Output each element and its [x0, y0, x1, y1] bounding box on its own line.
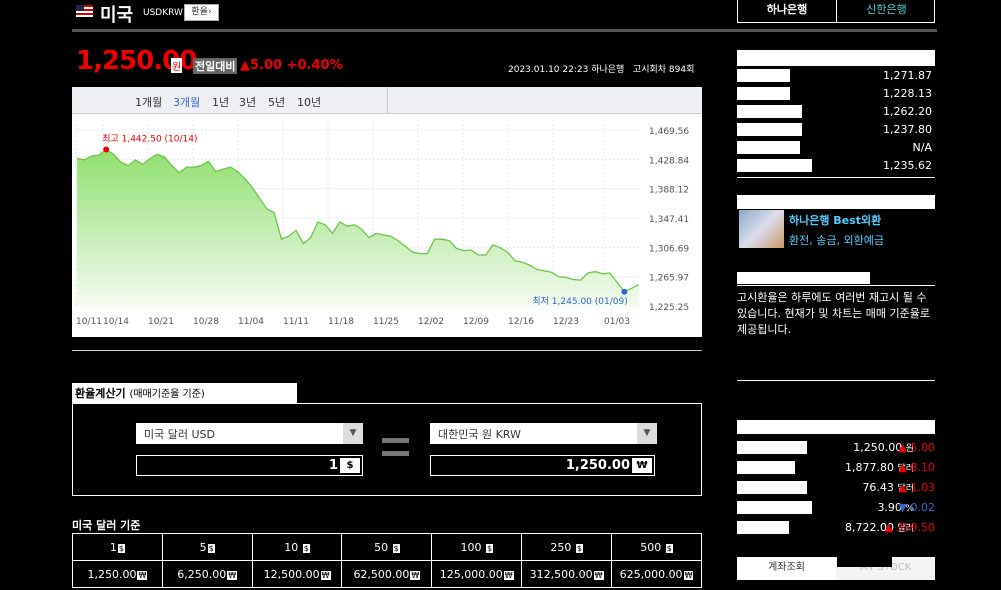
- to-amount-input[interactable]: 1,250.00 ₩: [430, 455, 655, 476]
- hana-best-banner[interactable]: 하나은행 Best외환 환전, 송금, 외환예금: [737, 208, 935, 250]
- y-tick-label: 1,347.41: [649, 215, 689, 225]
- divider: [737, 285, 935, 286]
- tab-hana-bank[interactable]: 하나은행: [738, 0, 837, 22]
- notice-text: 고시환율은 하루에도 여러번 재고시 될 수 있습니다. 현재가 및 차트는 매…: [737, 291, 931, 336]
- banner-title: 하나은행 Best외환: [789, 214, 882, 227]
- equals-icon: [382, 438, 409, 456]
- tab-1m[interactable]: 1개월: [135, 94, 162, 110]
- tab-10y[interactable]: 10년: [297, 94, 321, 110]
- rate-row: 1,271.87: [737, 67, 935, 85]
- currency-code: USDKRW: [143, 8, 183, 18]
- banner-header-redacted: [737, 195, 935, 209]
- high-point: [103, 146, 110, 153]
- market-row: 8,722.00 달러 ▲ 359.50: [737, 518, 935, 538]
- rate-row: 1,228.13: [737, 85, 935, 103]
- country-name: 미국: [100, 5, 134, 26]
- header-divider: [72, 29, 937, 32]
- exchange-button[interactable]: 환율›: [184, 4, 219, 21]
- market-row: 76.43 달러 ▲ 1.03: [737, 478, 935, 498]
- rate-row: 1,235.62: [737, 157, 935, 175]
- x-tick-label: 12/02: [418, 317, 444, 327]
- x-tick-label: 11/11: [283, 317, 309, 327]
- chart-plot: 1,469.56 1,428.84 1,388.12 1,347.41 1,306.69…: [75, 120, 689, 327]
- tab-shinhan-bank[interactable]: 신한은행: [837, 0, 936, 22]
- x-tick-label: 10/28: [193, 317, 219, 327]
- high-label: 최고 1,442.50 (10/14): [102, 133, 197, 144]
- x-tick-label: 12/09: [463, 317, 489, 327]
- rate-header-redacted: [737, 50, 935, 66]
- conversion-table: 1 $ 5 $ 10 $ 50 $ 100 $ 250 $ 500 $ 1,250.…: [72, 533, 702, 588]
- x-tick-label: 12/16: [508, 317, 534, 327]
- exchange-chart: 1개월 3개월 1년 3년 5년 10년 1,469.56 1,428.84 1,3…: [72, 87, 702, 337]
- tab-1y[interactable]: 1년: [212, 94, 229, 110]
- price-unit: 원: [171, 58, 183, 73]
- from-amount-input[interactable]: 1 $: [136, 455, 363, 476]
- us-flag-icon: [76, 5, 93, 17]
- y-tick-label: 1,428.84: [649, 156, 689, 166]
- table-header-row: 1 $ 5 $ 10 $ 50 $ 100 $ 250 $ 500 $: [72, 533, 702, 561]
- tab-3m[interactable]: 3개월: [173, 94, 200, 110]
- y-tick-label: 1,265.97: [649, 274, 689, 284]
- price-change: ▲5.00 +0.40%: [240, 58, 343, 73]
- market-row: 1,877.80 달러 ▲ 8.10: [737, 458, 935, 478]
- x-tick-label: 10/21: [148, 317, 174, 327]
- bank-tabs: 하나은행 신한은행: [737, 0, 935, 23]
- note-header-redacted: [737, 272, 870, 284]
- low-label: 최저 1,245.00 (01/09): [532, 296, 627, 307]
- tab-5y[interactable]: 5년: [268, 94, 285, 110]
- table-row: 1,250.00 ₩ 6,250.00 ₩ 12,500.00 ₩ 62,500.00…: [72, 560, 702, 588]
- x-tick-label: 12/23: [553, 317, 579, 327]
- to-currency-select[interactable]: 대한민국 원 KRW ▼: [430, 423, 657, 444]
- rate-row: 1,262.20: [737, 103, 935, 121]
- banner-subtitle: 환전, 송금, 외환예금: [789, 234, 884, 247]
- x-tick-label: 10/11: [76, 317, 102, 327]
- price-meta: 2023.01.10 22:23 하나은행 고시회차 894회: [508, 65, 695, 75]
- table-title: 미국 달러 기준: [72, 519, 141, 532]
- tab-account-inquiry[interactable]: 계좌조회: [737, 557, 836, 580]
- market-header-redacted: [737, 420, 935, 434]
- section-divider: [72, 350, 702, 351]
- chevron-down-icon: ▼: [637, 423, 657, 444]
- calculator-title: 환율계산기 (매매기준율 기준): [72, 383, 297, 403]
- rate-row: N/A: [737, 139, 935, 157]
- divider: [737, 380, 935, 381]
- y-tick-label: 1,306.69: [649, 244, 689, 254]
- x-tick-label: 11/18: [328, 317, 354, 327]
- series-area: [77, 149, 639, 306]
- rate-row: 1,237.80: [737, 121, 935, 139]
- x-tick-label: 11/04: [238, 317, 264, 327]
- from-currency-select[interactable]: 미국 달러 USD ▼: [136, 423, 363, 444]
- tab-3y[interactable]: 3년: [239, 94, 256, 110]
- x-tick-label: 11/25: [373, 317, 399, 327]
- period-tabs: 1개월 3개월 1년 3년 5년 10년: [72, 87, 702, 114]
- account-tabs: 계좌조회 MY STOCK: [737, 557, 935, 580]
- dollar-unit: $: [340, 458, 360, 473]
- market-row: 1,250.00 원 ▲ 5.00: [737, 438, 935, 458]
- chevron-down-icon: ▼: [343, 423, 363, 444]
- y-tick-label: 1,388.12: [649, 186, 689, 196]
- compare-label: 전일대비: [193, 58, 238, 74]
- won-unit: ₩: [632, 458, 652, 473]
- y-tick-label: 1,225.25: [649, 303, 689, 313]
- x-tick-label: 10/14: [103, 317, 129, 327]
- x-tick-label: 01/03: [604, 317, 630, 327]
- tab-redacted: [837, 557, 892, 567]
- market-row: 3.90 % ▼ 0.02: [737, 498, 935, 518]
- banner-image: [739, 210, 784, 248]
- y-tick-label: 1,469.56: [649, 127, 689, 137]
- divider: [737, 177, 935, 178]
- low-point: [621, 288, 628, 295]
